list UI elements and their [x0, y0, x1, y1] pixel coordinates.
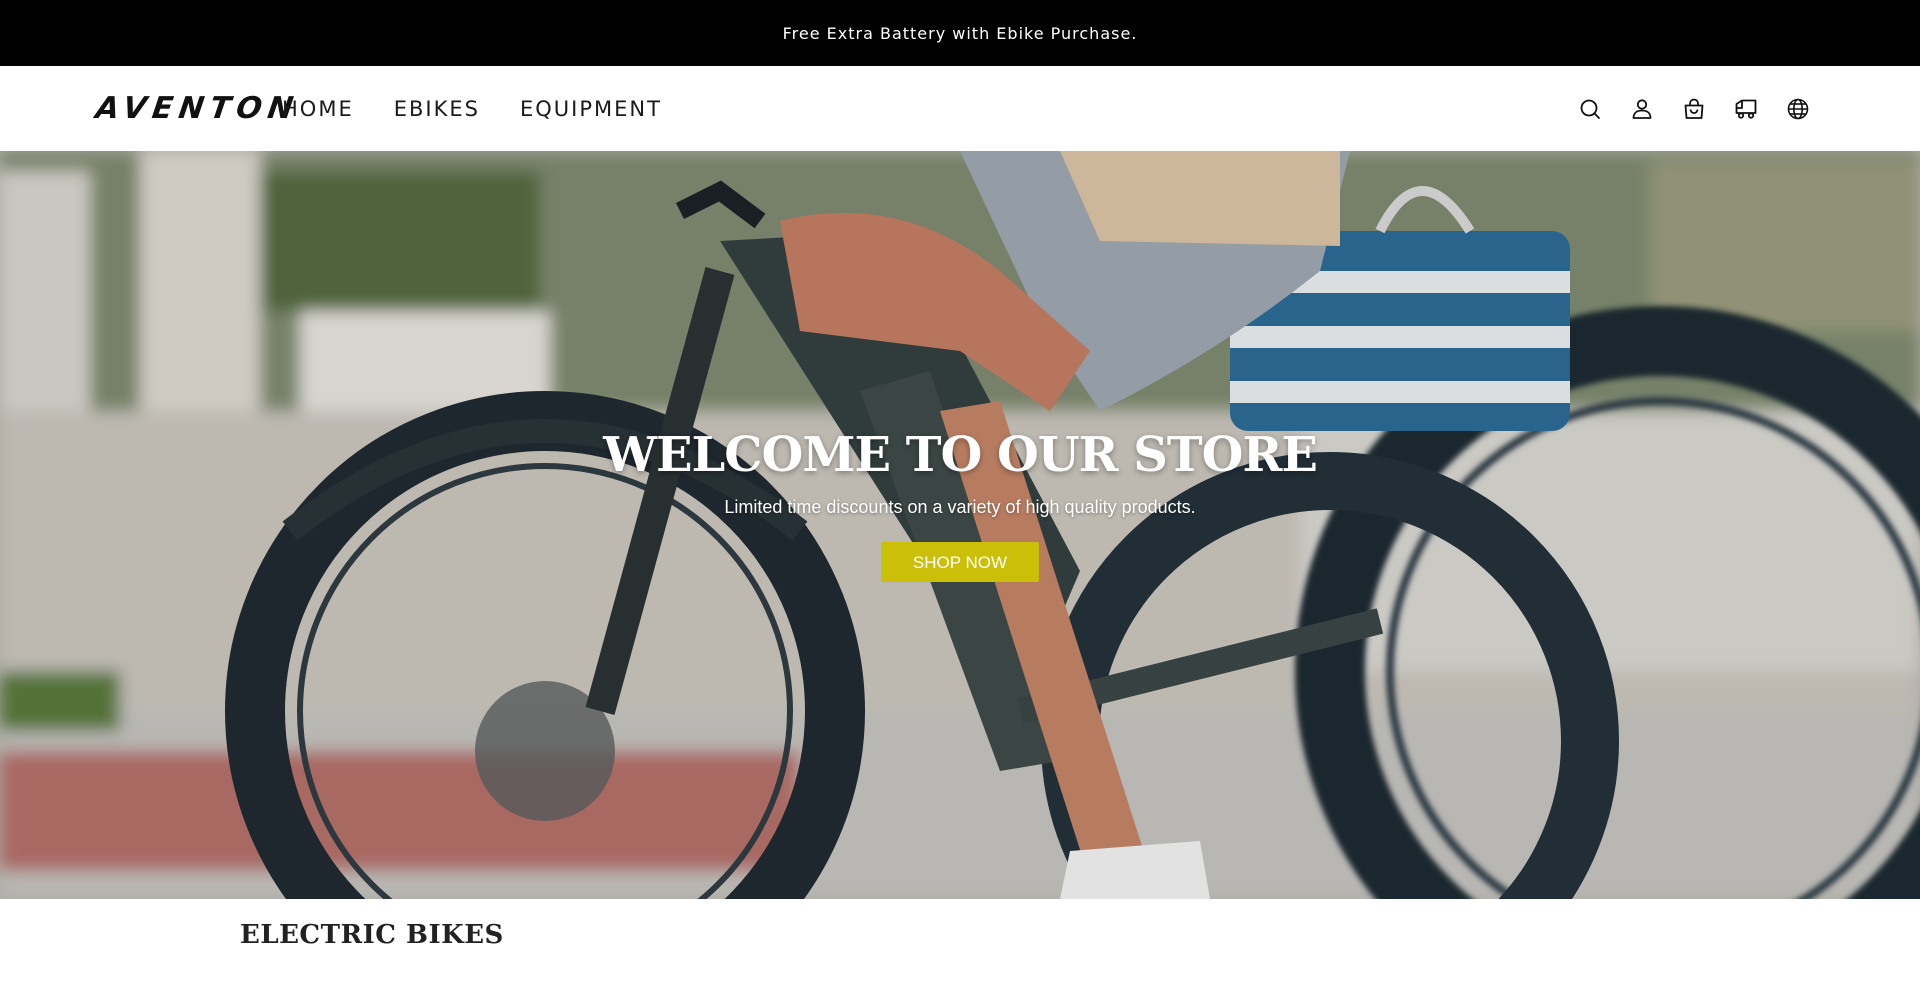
logo-text: AVENTON [93, 90, 302, 126]
logo[interactable]: AVENTON [93, 86, 302, 130]
account-icon[interactable] [1630, 97, 1654, 121]
announcement-bar: Free Extra Battery with Ebike Purchase. [0, 0, 1920, 66]
site-header: AVENTON HOME EBIKES EQUIPMENT [0, 66, 1920, 151]
announcement-text: Free Extra Battery with Ebike Purchase. [782, 23, 1138, 43]
shop-now-button[interactable]: SHOP NOW [881, 542, 1039, 582]
hero-subtitle: Limited time discounts on a variety of h… [724, 497, 1196, 517]
nav-equipment[interactable]: EQUIPMENT [520, 97, 662, 121]
section-title-electric-bikes: ELECTRIC BIKES [240, 920, 504, 950]
main-nav: HOME EBIKES EQUIPMENT [282, 66, 662, 151]
header-icons [1578, 66, 1810, 151]
hero-content: WELCOME TO OUR STORE Limited time discou… [0, 431, 1920, 582]
search-icon[interactable] [1578, 97, 1602, 121]
cart-icon[interactable] [1682, 97, 1706, 121]
hero-banner: WELCOME TO OUR STORE Limited time discou… [0, 151, 1920, 899]
nav-ebikes[interactable]: EBIKES [394, 97, 480, 121]
nav-home[interactable]: HOME [282, 97, 354, 121]
globe-icon[interactable] [1786, 97, 1810, 121]
hero-title: WELCOME TO OUR STORE [603, 427, 1318, 483]
delivery-icon[interactable] [1734, 97, 1758, 121]
